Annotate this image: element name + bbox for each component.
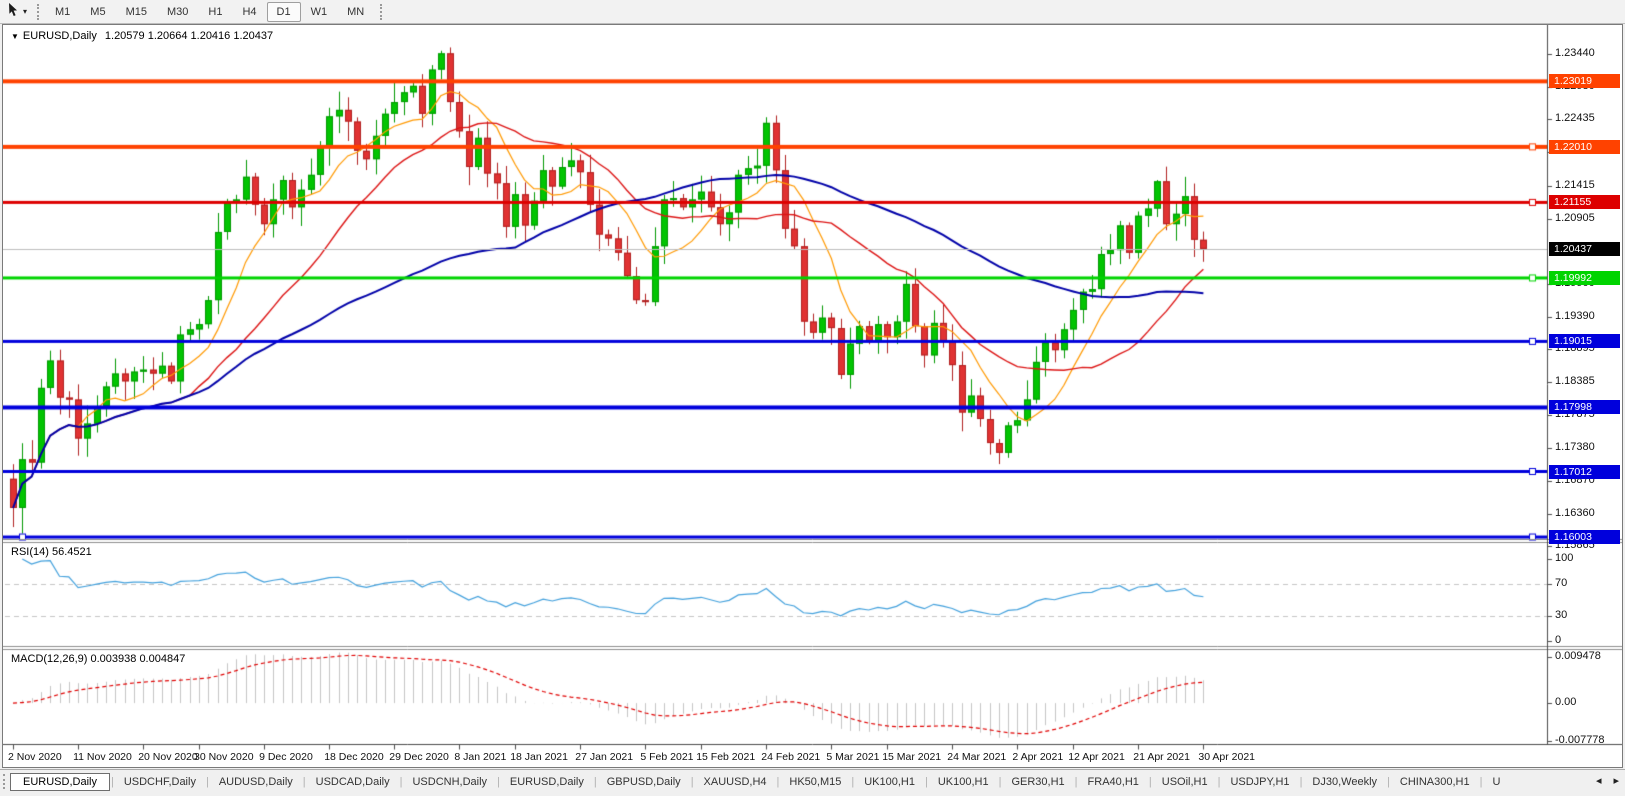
level-price-tag: 1.23019 [1549, 74, 1620, 88]
rsi-axis-tick: 30 [1555, 609, 1567, 621]
date-axis-label: 20 Nov 2020 [138, 751, 198, 763]
price-axis-tick: 1.23440 [1555, 47, 1595, 59]
level-price-tag: 1.17012 [1549, 465, 1620, 479]
rsi-value: 56.4521 [52, 546, 92, 558]
date-axis-label: 21 Apr 2021 [1133, 751, 1190, 763]
tabs-scroll-right-button[interactable]: ▸ [1610, 773, 1622, 788]
date-axis-label: 24 Feb 2021 [761, 751, 820, 763]
date-axis-label: 9 Dec 2020 [259, 751, 313, 763]
chart-tab-xauusd-h4[interactable]: XAUUSD,H4 [695, 774, 776, 790]
chart-symbol-label: EURUSD,Daily [23, 30, 97, 42]
chart-tab-u[interactable]: U [1483, 774, 1509, 790]
chart-tab-china300-h1[interactable]: CHINA300,H1 [1391, 774, 1479, 790]
collapse-triangle-icon[interactable]: ▼ [11, 32, 19, 41]
toolbar-grip[interactable] [37, 4, 39, 20]
tabs-scroll-left-button[interactable]: ◂ [1593, 773, 1605, 788]
macd-main-value: 0.003938 [90, 653, 136, 665]
tabbar-grip[interactable] [3, 774, 5, 789]
timeframe-button-mn[interactable]: MN [337, 2, 374, 22]
current-price-tag: 1.20437 [1549, 242, 1620, 256]
timeframe-button-m1[interactable]: M1 [45, 2, 80, 22]
date-axis-label: 8 Jan 2021 [454, 751, 506, 763]
macd-indicator-label: MACD(12,26,9) 0.003938 0.004847 [11, 653, 185, 665]
chart-window: ▼ EURUSD,Daily 1.20579 1.20664 1.20416 1.2… [2, 24, 1623, 768]
price-axis-tick: 1.17380 [1555, 441, 1595, 453]
timeframe-button-h1[interactable]: H1 [198, 2, 232, 22]
macd-axis-tick: 0.009478 [1555, 650, 1601, 662]
timeframe-buttons: M1M5M15M30H1H4D1W1MN [45, 2, 374, 22]
chart-tab-usdcad-daily[interactable]: USDCAD,Daily [307, 774, 399, 790]
macd-axis-tick: -0.007778 [1555, 734, 1605, 746]
tab-scroll-arrows: ◂ ▸ [1593, 773, 1622, 788]
date-axis-label: 24 Mar 2021 [947, 751, 1006, 763]
cursor-pointer-icon [7, 2, 21, 22]
level-price-tag: 1.22010 [1549, 140, 1620, 154]
level-price-tag: 1.19992 [1549, 271, 1620, 285]
date-axis-label: 11 Nov 2020 [73, 751, 132, 763]
date-axis-label: 12 Apr 2021 [1068, 751, 1125, 763]
chart-tab-dj30-weekly[interactable]: DJ30,Weekly [1303, 774, 1386, 790]
chart-tab-ger30-h1[interactable]: GER30,H1 [1002, 774, 1073, 790]
price-axis-tick: 1.20905 [1555, 212, 1595, 224]
date-axis-label: 30 Apr 2021 [1198, 751, 1255, 763]
date-axis-label: 2 Apr 2021 [1012, 751, 1063, 763]
date-axis-label: 27 Jan 2021 [575, 751, 633, 763]
price-axis-tick: 1.19390 [1555, 310, 1595, 322]
chart-tab-eurusd-daily[interactable]: EURUSD,Daily [10, 773, 110, 791]
price-axis-tick: 1.18385 [1555, 375, 1595, 387]
rsi-axis-tick: 70 [1555, 577, 1567, 589]
chart-tab-uk100-h1[interactable]: UK100,H1 [855, 774, 924, 790]
chart-tab-eurusd-daily[interactable]: EURUSD,Daily [501, 774, 593, 790]
chart-tab-usdchf-daily[interactable]: USDCHF,Daily [115, 774, 205, 790]
cursor-tool-button[interactable]: ▾ [3, 0, 31, 24]
level-price-tag: 1.21155 [1549, 195, 1620, 209]
date-axis-label: 2 Nov 2020 [8, 751, 62, 763]
chart-tab-usdjpy-h1[interactable]: USDJPY,H1 [1221, 774, 1298, 790]
price-chart-canvas[interactable] [3, 25, 1622, 767]
chart-tab-usdcnh-daily[interactable]: USDCNH,Daily [403, 774, 496, 790]
level-price-tag: 1.16003 [1549, 530, 1620, 544]
level-price-tag: 1.19015 [1549, 334, 1620, 348]
timeframe-button-m5[interactable]: M5 [80, 2, 115, 22]
chart-tab-usoil-h1[interactable]: USOil,H1 [1153, 774, 1217, 790]
chart-tabs-bar: EURUSD,Daily|USDCHF,Daily|AUDUSD,Daily|U… [0, 769, 1625, 793]
date-axis-label: 30 Nov 2020 [194, 751, 254, 763]
chart-tabs: EURUSD,Daily|USDCHF,Daily|AUDUSD,Daily|U… [10, 773, 1509, 791]
timeframe-button-d1[interactable]: D1 [267, 2, 301, 22]
chart-title: ▼ EURUSD,Daily 1.20579 1.20664 1.20416 1.2… [11, 30, 273, 42]
date-axis-label: 15 Feb 2021 [696, 751, 755, 763]
timeframe-button-m15[interactable]: M15 [116, 2, 157, 22]
date-axis-label: 5 Feb 2021 [640, 751, 693, 763]
price-axis-tick: 1.21415 [1555, 179, 1595, 191]
date-axis-label: 15 Mar 2021 [882, 751, 941, 763]
rsi-axis-tick: 100 [1555, 552, 1573, 564]
rsi-indicator-label: RSI(14) 56.4521 [11, 546, 92, 558]
chart-quote-ohlc: 1.20579 1.20664 1.20416 1.20437 [105, 30, 273, 42]
chart-tab-uk100-h1[interactable]: UK100,H1 [929, 774, 998, 790]
macd-signal-value: 0.004847 [139, 653, 185, 665]
mt4-terminal: ▾ M1M5M15M30H1H4D1W1MN ▼ EURUSD,Daily 1.20… [0, 0, 1625, 796]
date-axis-label: 29 Dec 2020 [389, 751, 449, 763]
status-strip [0, 792, 1625, 796]
chart-tab-gbpusd-daily[interactable]: GBPUSD,Daily [598, 774, 690, 790]
timeframe-button-m30[interactable]: M30 [157, 2, 198, 22]
chart-tab-fra40-h1[interactable]: FRA40,H1 [1079, 774, 1148, 790]
macd-axis-tick: 0.00 [1555, 696, 1576, 708]
price-axis-tick: 1.16360 [1555, 507, 1595, 519]
timeframe-button-w1[interactable]: W1 [301, 2, 338, 22]
chevron-down-icon: ▾ [23, 7, 27, 16]
timeframes-toolbar: ▾ M1M5M15M30H1H4D1W1MN [0, 0, 1625, 24]
rsi-axis-tick: 0 [1555, 634, 1561, 646]
date-axis-label: 18 Dec 2020 [324, 751, 384, 763]
level-price-tag: 1.17998 [1549, 400, 1620, 414]
date-axis-label: 5 Mar 2021 [826, 751, 879, 763]
timeframe-button-h4[interactable]: H4 [232, 2, 266, 22]
chart-tab-audusd-daily[interactable]: AUDUSD,Daily [210, 774, 302, 790]
price-axis-tick: 1.22435 [1555, 112, 1595, 124]
date-axis-label: 18 Jan 2021 [510, 751, 568, 763]
chart-tab-hk50-m15[interactable]: HK50,M15 [780, 774, 850, 790]
toolbar-grip-end[interactable] [380, 4, 382, 20]
